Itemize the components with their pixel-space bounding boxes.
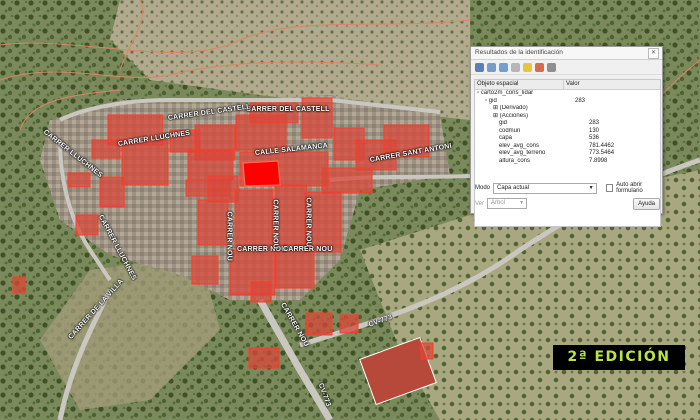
attribute-key: elev_avg_terreno <box>499 150 546 156</box>
street-label-nou-h2: CARRER NOU <box>283 246 333 253</box>
view-select[interactable]: Árbol ▼ <box>487 198 528 209</box>
copy-feature-icon[interactable] <box>523 62 532 72</box>
attribute-row[interactable]: elev_avg_terreno 773.5464 <box>475 150 660 158</box>
clear-results-icon[interactable] <box>511 62 520 72</box>
attribute-row[interactable]: altura_cons 7.8998 <box>475 158 660 166</box>
column-header-value[interactable]: Valor <box>564 80 580 89</box>
mode-select-value: Capa actual <box>497 184 530 191</box>
attribute-value: 781.4462 <box>589 142 615 149</box>
chevron-down-icon: ▼ <box>519 200 525 206</box>
edition-badge: 2ª EDICIÓN <box>553 345 685 370</box>
chevron-down-icon: ▼ <box>588 184 594 191</box>
attribute-row[interactable]: gid 283 <box>475 120 660 128</box>
help-button[interactable]: Ayuda <box>633 197 660 210</box>
actions-label: (Acciones) <box>499 112 529 119</box>
panel-toolbar <box>471 60 662 75</box>
tree-row-derived[interactable]: ⊞ (Derivado) <box>475 105 660 113</box>
identify-results-panel[interactable]: Resultados de la identificación ✕ Objeto… <box>470 46 666 227</box>
attribute-value: 283 <box>589 120 600 126</box>
attribute-value: 773.5464 <box>589 150 615 156</box>
highlight-icon[interactable] <box>535 62 544 72</box>
attribute-key: elev_avg_cons <box>499 142 540 149</box>
expand-new-icon[interactable] <box>499 62 508 72</box>
street-label-castell-top: CARRER DEL CASTELL <box>246 106 330 113</box>
selected-building[interactable] <box>242 160 281 187</box>
feature-key: gid <box>488 97 497 104</box>
attribute-value: 536 <box>589 135 600 141</box>
attribute-row[interactable]: codmun 130 <box>475 128 660 136</box>
attribute-key: altura_cons <box>499 157 531 164</box>
street-label-nou-v1: CARRER NOU <box>225 211 233 261</box>
tree-row-actions[interactable]: ⊞ (Acciones) <box>475 113 660 121</box>
column-header-feature[interactable]: Objeto espacial <box>475 80 564 89</box>
attribute-key: codmun <box>499 127 521 134</box>
tree-row-layer[interactable]: ▫ carto2m_cons_lidar <box>475 90 660 98</box>
close-icon[interactable]: ✕ <box>648 48 659 59</box>
tree-header: Objeto espacial Valor <box>475 80 660 90</box>
attribute-key: capa <box>499 135 513 141</box>
street-label-nou-v3: CARRER NOU <box>304 197 312 247</box>
derived-label: (Derivado) <box>499 105 528 111</box>
auto-open-label: Auto abrir formulario <box>616 182 643 194</box>
collapse-tree-icon[interactable] <box>487 62 496 72</box>
attribute-row[interactable]: elev_avg_cons 781.4462 <box>475 143 660 151</box>
panel-title: Resultados de la identificación <box>471 47 662 60</box>
attribute-value: 7.8998 <box>589 157 608 164</box>
attribute-value: 130 <box>589 127 600 134</box>
view-select-value: Árbol <box>491 200 506 206</box>
print-icon[interactable] <box>547 62 556 72</box>
auto-open-checkbox[interactable] <box>605 184 614 192</box>
street-label-nou-v2: CARRER NOU <box>271 199 279 249</box>
bottom-bar: Ver Árbol ▼ Ayuda <box>471 196 666 211</box>
attribute-key: gid <box>499 120 508 126</box>
street-label-nou-h: CARRER NOU <box>237 246 287 253</box>
expand-tree-icon[interactable] <box>475 62 484 72</box>
mode-select[interactable]: Capa actual ▼ <box>493 182 597 194</box>
mode-bar: Modo Capa actual ▼ Auto abrir formulario <box>471 181 666 195</box>
attribute-row[interactable]: capa 536 <box>475 135 660 143</box>
tree-row-feature[interactable]: ▫ gid 283 <box>475 98 660 106</box>
view-label: Ver <box>475 200 485 207</box>
mode-label: Modo <box>475 185 491 191</box>
layer-name: carto2m_cons_lidar <box>480 90 534 96</box>
feature-value: 283 <box>575 97 586 104</box>
